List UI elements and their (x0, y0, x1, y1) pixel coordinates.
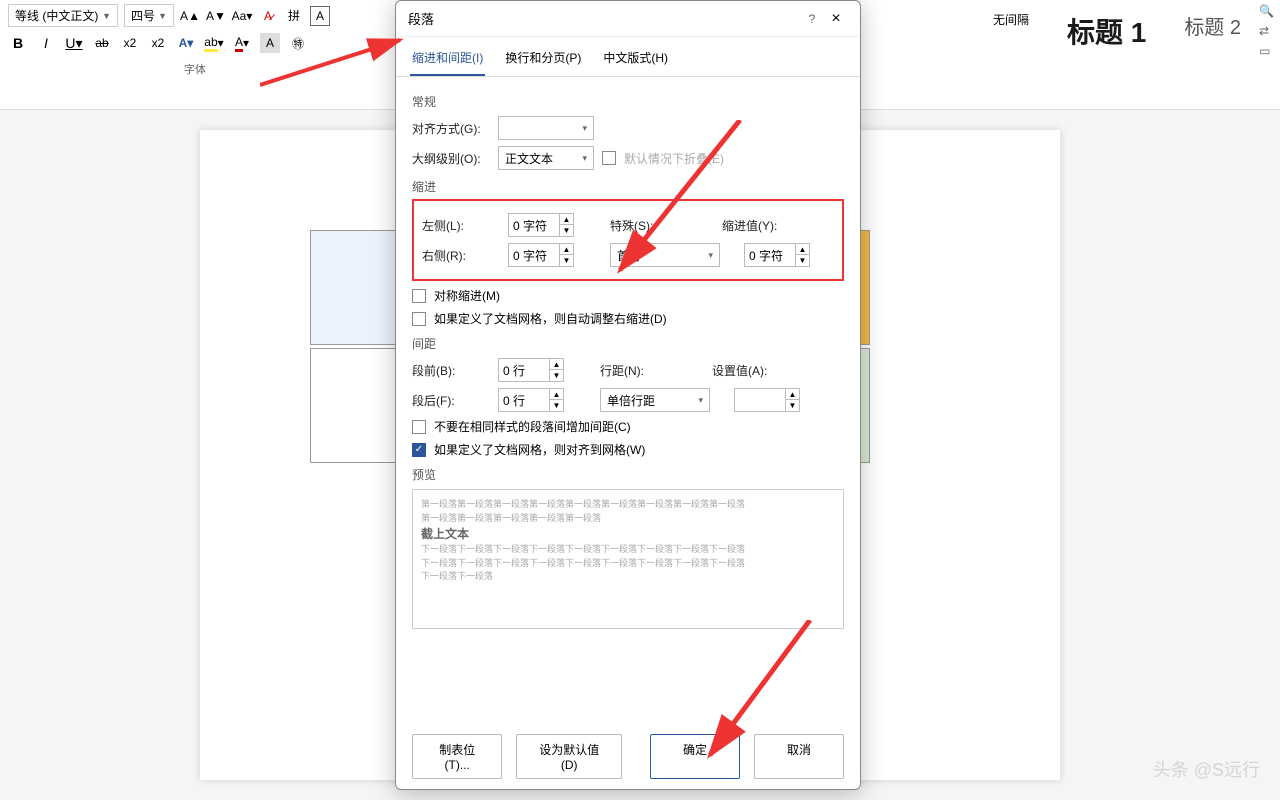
bold-icon[interactable]: B (8, 33, 28, 53)
section-indent: 缩进 (412, 178, 844, 195)
collapse-checkbox[interactable] (602, 151, 616, 165)
outline-label: 大纲级别(O): (412, 150, 490, 167)
default-button[interactable]: 设为默认值(D) (516, 734, 622, 779)
no-space-label: 不要在相同样式的段落间增加间距(C) (434, 418, 631, 435)
dialog-title: 段落 (408, 9, 800, 28)
left-indent-spinner[interactable]: 0 字符▲▼ (508, 213, 574, 237)
clear-format-icon[interactable]: A̷ (258, 6, 278, 26)
mirror-checkbox[interactable] (412, 289, 426, 303)
at-label: 设置值(A): (712, 362, 772, 379)
decrease-font-icon[interactable]: A▼ (206, 6, 226, 26)
mirror-label: 对称缩进(M) (434, 287, 500, 304)
section-spacing: 间距 (412, 335, 844, 352)
auto-indent-label: 如果定义了文档网格，则自动调整右缩进(D) (434, 310, 667, 327)
before-label: 段前(B): (412, 362, 490, 379)
phonetic-icon[interactable]: 拼 (284, 6, 304, 26)
font-group: 等线 (中文正文)▼ 四号▼ A▲ A▼ Aa▾ A̷ 拼 A B I U▾ a… (0, 0, 390, 109)
after-spinner[interactable]: 0 行▲▼ (498, 388, 564, 412)
tab-indent-spacing[interactable]: 缩进和间距(I) (410, 45, 485, 76)
close-button[interactable]: × (824, 10, 848, 28)
line-label: 行距(N): (600, 362, 656, 379)
alignment-label: 对齐方式(G): (412, 120, 490, 137)
preview-box: 第一段落第一段落第一段落第一段落第一段落第一段落第一段落第一段落第一段落 第一段… (412, 489, 844, 629)
strikethrough-icon[interactable]: ab (92, 33, 112, 53)
replace-icon[interactable]: ⇄ (1259, 24, 1274, 38)
section-preview: 预览 (412, 466, 844, 483)
font-group-label: 字体 (8, 61, 382, 77)
collapse-label: 默认情况下折叠(E) (624, 150, 724, 167)
highlight-icon[interactable]: ab▾ (204, 33, 224, 53)
select-icon[interactable]: ▭ (1259, 44, 1274, 58)
paragraph-dialog: 段落 ? × 缩进和间距(I) 换行和分页(P) 中文版式(H) 常规 对齐方式… (395, 0, 861, 790)
tab-line-page[interactable]: 换行和分页(P) (503, 45, 583, 76)
text-effects-icon[interactable]: A▾ (176, 33, 196, 53)
style-no-spacing[interactable]: 无间隔 (978, 4, 1044, 35)
italic-icon[interactable]: I (36, 33, 56, 53)
by-spinner[interactable]: 0 字符▲▼ (744, 243, 810, 267)
style-heading2[interactable]: 标题 2 (1169, 4, 1256, 47)
line-combo[interactable]: 单倍行距▾ (600, 388, 710, 412)
special-combo[interactable]: 首行▾ (610, 243, 720, 267)
by-label: 缩进值(Y): (722, 217, 782, 234)
style-heading1[interactable]: 标题 1 (1052, 4, 1161, 58)
no-space-checkbox[interactable] (412, 420, 426, 434)
section-general: 常规 (412, 93, 844, 110)
indent-highlight-box: 左侧(L): 0 字符▲▼ 特殊(S): 缩进值(Y): 右侧(R): 0 字符… (412, 199, 844, 281)
cancel-button[interactable]: 取消 (754, 734, 844, 779)
outline-combo[interactable]: 正文文本▾ (498, 146, 594, 170)
font-size-combo[interactable]: 四号▼ (124, 4, 174, 27)
increase-font-icon[interactable]: A▲ (180, 6, 200, 26)
auto-indent-checkbox[interactable] (412, 312, 426, 326)
find-icon[interactable]: 🔍 (1259, 4, 1274, 18)
ok-button[interactable]: 确定 (650, 734, 740, 779)
watermark: 头条 @S远行 (1153, 756, 1260, 782)
tab-chinese[interactable]: 中文版式(H) (601, 45, 670, 76)
tabs-button[interactable]: 制表位(T)... (412, 734, 502, 779)
enclose-icon[interactable]: ㊕ (288, 33, 308, 53)
underline-icon[interactable]: U▾ (64, 33, 84, 53)
char-shading-icon[interactable]: A (260, 33, 280, 53)
snap-grid-label: 如果定义了文档网格，则对齐到网格(W) (434, 441, 645, 458)
snap-grid-checkbox[interactable]: ✓ (412, 443, 426, 457)
alignment-combo[interactable]: ▾ (498, 116, 594, 140)
char-border-icon[interactable]: A (310, 6, 330, 26)
help-button[interactable]: ? (800, 12, 824, 26)
right-indent-spinner[interactable]: 0 字符▲▼ (508, 243, 574, 267)
special-label: 特殊(S): (610, 217, 666, 234)
left-indent-label: 左侧(L): (422, 217, 500, 234)
before-spinner[interactable]: 0 行▲▼ (498, 358, 564, 382)
subscript-icon[interactable]: x2 (120, 33, 140, 53)
font-color-icon[interactable]: A▾ (232, 33, 252, 53)
change-case-icon[interactable]: Aa▾ (232, 6, 252, 26)
superscript-icon[interactable]: x2 (148, 33, 168, 53)
right-indent-label: 右侧(R): (422, 247, 500, 264)
after-label: 段后(F): (412, 392, 490, 409)
font-name-combo[interactable]: 等线 (中文正文)▼ (8, 4, 118, 27)
at-spinner[interactable]: ▲▼ (734, 388, 800, 412)
